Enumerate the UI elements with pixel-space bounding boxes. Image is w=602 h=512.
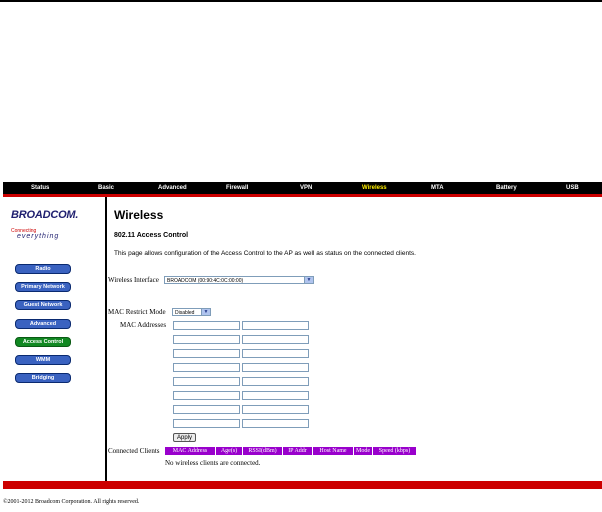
mac-addresses-label: MAC Addresses <box>120 321 167 329</box>
mac-address-input[interactable] <box>242 321 309 330</box>
chevron-down-icon: ▼ <box>201 309 210 315</box>
nav-tab-vpn[interactable]: VPN <box>300 182 312 194</box>
mac-address-input[interactable] <box>173 335 240 344</box>
nav-tab-advanced[interactable]: Advanced <box>158 182 187 194</box>
copyright-text: ©2001-2012 Broadcom Corporation. All rig… <box>3 499 140 505</box>
table-header-speed: Speed (kbps) <box>373 447 416 455</box>
nav-tab-usb[interactable]: USB <box>566 182 579 194</box>
apply-button[interactable]: Apply <box>173 433 196 442</box>
table-header-mac-address: MAC Address <box>165 447 215 455</box>
top-navigation: Status Basic Advanced Firewall VPN Wirel… <box>3 182 602 194</box>
connected-clients-label: Connected Clients <box>108 447 160 455</box>
sidebar-item-guest-network[interactable]: Guest Network <box>15 300 71 310</box>
nav-tab-wireless[interactable]: Wireless <box>362 182 387 194</box>
mac-restrict-select[interactable]: Disabled ▼ <box>172 308 211 316</box>
page-subtitle: 802.11 Access Control <box>114 232 189 239</box>
mac-address-input[interactable] <box>173 349 240 358</box>
broadcom-logo: BROADCOM. Connecting everything <box>9 209 99 245</box>
mac-address-input[interactable] <box>242 391 309 400</box>
nav-tab-basic[interactable]: Basic <box>98 182 114 194</box>
page-description: This page allows configuration of the Ac… <box>114 250 416 257</box>
wireless-interface-label: Wireless Interface <box>108 276 159 284</box>
mac-address-input[interactable] <box>173 419 240 428</box>
top-divider <box>0 0 602 2</box>
table-header-rssi: RSSI(dBm) <box>243 447 282 455</box>
mac-address-input[interactable] <box>173 391 240 400</box>
mac-address-input[interactable] <box>242 419 309 428</box>
wireless-interface-select[interactable]: BROADCOM (00:90:4C:0C:00:00) ▼ <box>164 276 314 284</box>
chevron-down-icon: ▼ <box>304 277 313 283</box>
sidebar-item-access-control[interactable]: Access Control <box>15 337 71 347</box>
mac-address-input[interactable] <box>242 335 309 344</box>
mac-address-input[interactable] <box>173 321 240 330</box>
mac-address-input[interactable] <box>173 363 240 372</box>
sidebar-item-advanced[interactable]: Advanced <box>15 319 71 329</box>
mac-address-input[interactable] <box>173 405 240 414</box>
no-clients-message: No wireless clients are connected. <box>165 459 261 467</box>
nav-tab-mta[interactable]: MTA <box>431 182 444 194</box>
mac-address-input[interactable] <box>242 405 309 414</box>
table-header-mode: Mode <box>354 447 372 455</box>
table-header-host-name: Host Name <box>313 447 353 455</box>
table-header-ip-addr: IP Addr <box>283 447 312 455</box>
sidebar-item-bridging[interactable]: Bridging <box>15 373 71 383</box>
main-content: Wireless 802.11 Access Control This page… <box>108 197 602 481</box>
nav-tab-firewall[interactable]: Firewall <box>226 182 248 194</box>
page-title: Wireless <box>114 208 164 222</box>
sidebar-divider <box>105 197 107 481</box>
footer-red-bar <box>3 481 602 489</box>
mac-address-input[interactable] <box>242 363 309 372</box>
mac-address-input[interactable] <box>242 349 309 358</box>
nav-tab-battery[interactable]: Battery <box>496 182 517 194</box>
table-header-age: Age(s) <box>216 447 242 455</box>
sidebar-item-wmm[interactable]: WMM <box>15 355 71 365</box>
sidebar-item-primary-network[interactable]: Primary Network <box>15 282 71 292</box>
logo-brand: BROADCOM. <box>11 209 79 221</box>
mac-restrict-value: Disabled <box>175 310 195 316</box>
mac-address-input[interactable] <box>173 377 240 386</box>
mac-restrict-label: MAC Restrict Mode <box>108 308 166 316</box>
mac-address-input[interactable] <box>242 377 309 386</box>
sidebar-item-radio[interactable]: Radio <box>15 264 71 274</box>
wireless-interface-value: BROADCOM (00:90:4C:0C:00:00) <box>167 278 244 284</box>
logo-tagline-bottom: everything <box>17 233 60 240</box>
nav-tab-status[interactable]: Status <box>31 182 49 194</box>
